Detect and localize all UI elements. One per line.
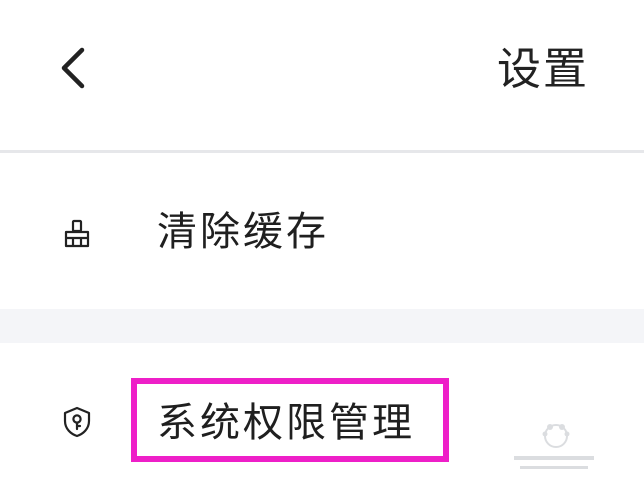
settings-item-label: 清除缓存 bbox=[157, 209, 329, 255]
settings-item-label: 系统权限管理 bbox=[157, 400, 415, 446]
section-divider bbox=[0, 309, 644, 343]
settings-item-clear-cache[interactable]: 清除缓存 bbox=[0, 153, 644, 309]
back-button[interactable] bbox=[40, 36, 104, 100]
header-bar: 设置 bbox=[0, 0, 644, 150]
broom-icon bbox=[62, 219, 92, 249]
shield-key-icon bbox=[62, 406, 92, 438]
page-title: 设置 bbox=[497, 44, 589, 95]
watermark-logo bbox=[514, 424, 594, 469]
chevron-left-icon bbox=[61, 47, 85, 89]
